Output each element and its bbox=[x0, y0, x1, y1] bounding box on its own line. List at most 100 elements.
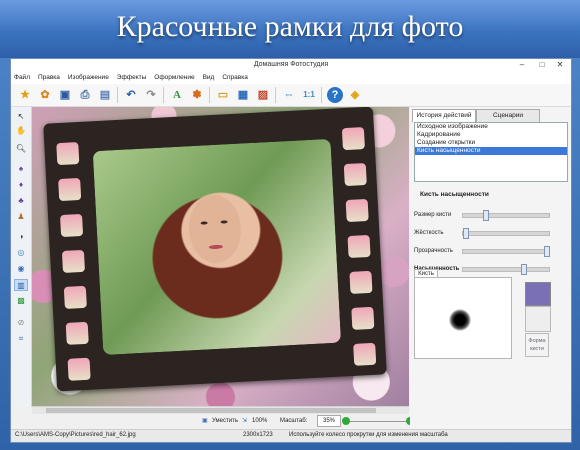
menu-help[interactable]: Справка bbox=[219, 73, 251, 82]
saturation-slider[interactable] bbox=[462, 264, 550, 275]
text-icon[interactable]: A bbox=[169, 87, 185, 103]
title-bar: Домашняя Фотостудия – □ ✕ bbox=[11, 59, 571, 74]
eye bbox=[220, 220, 228, 224]
param-label: Жёсткость bbox=[414, 230, 444, 236]
print-icon[interactable]: ⎙ bbox=[77, 87, 93, 103]
slider-knob[interactable] bbox=[544, 246, 550, 257]
menu-effects[interactable]: Эффекты bbox=[114, 73, 150, 82]
history-item-selected[interactable]: Кисть насыщенности bbox=[415, 147, 567, 155]
saturation-brush-icon[interactable]: ▥ bbox=[14, 279, 28, 291]
history-item[interactable]: Исходное изображение bbox=[415, 123, 567, 131]
status-hint: Используйте колесо прокрутки для изменен… bbox=[289, 432, 448, 438]
status-path: C:\Users\AMS-Copy\Pictures\red_hair_62.j… bbox=[15, 432, 136, 438]
zoom-100-button[interactable]: 100% bbox=[252, 416, 267, 426]
film-hole bbox=[343, 162, 367, 187]
film-hole bbox=[65, 321, 89, 345]
film-hole bbox=[58, 177, 82, 202]
toolbar-separator bbox=[321, 87, 322, 103]
zoom-icon[interactable]: 🔍︎ bbox=[14, 143, 28, 155]
param-label: Прозрачность bbox=[414, 248, 453, 254]
maximize-button[interactable]: □ bbox=[533, 59, 551, 71]
hand-icon[interactable]: ✋ bbox=[14, 125, 28, 137]
size-slider[interactable] bbox=[462, 210, 550, 221]
undo-icon[interactable]: ↶ bbox=[123, 87, 139, 103]
export-icon[interactable]: ▤ bbox=[97, 87, 113, 103]
fit-icon: ▣ bbox=[202, 418, 208, 424]
calendar-icon[interactable]: ▦ bbox=[235, 87, 251, 103]
save-icon[interactable]: ▣ bbox=[57, 87, 73, 103]
fit-button[interactable]: Уместить bbox=[212, 416, 238, 426]
clear-icon[interactable]: ⊘ bbox=[14, 317, 28, 329]
redeye-icon[interactable]: ◉ bbox=[14, 263, 28, 275]
slider-knob[interactable] bbox=[463, 228, 469, 239]
brush-icon[interactable]: ♠ bbox=[14, 163, 28, 175]
film-hole bbox=[349, 270, 373, 294]
minimize-button[interactable]: – bbox=[513, 59, 531, 71]
film-hole bbox=[56, 142, 80, 166]
redo-icon[interactable]: ↷ bbox=[143, 87, 159, 103]
image-icon[interactable]: ▨ bbox=[255, 87, 271, 103]
help-icon[interactable]: ? bbox=[327, 87, 343, 103]
param-label: Размер кисти bbox=[414, 212, 452, 218]
menu-image[interactable]: Изображение bbox=[65, 73, 112, 82]
effects-icon[interactable]: ✽ bbox=[189, 87, 205, 103]
color-icon[interactable]: ▩ bbox=[14, 295, 28, 307]
tools-sidebar: ↖ ✋ 🔍︎ ♠ ♦ ♣ ♟ ◑ ◎ ◉ ▥ ▩ ⊘ ⌗ bbox=[11, 107, 32, 407]
zoom-out-icon[interactable] bbox=[342, 417, 350, 425]
zoom-bar: ▣ Уместить ⇲ 100% Масштаб: 35% bbox=[32, 414, 414, 428]
zoom-100-icon: ⇲ bbox=[242, 418, 248, 424]
menu-file[interactable]: Файл bbox=[11, 73, 33, 82]
menu-design[interactable]: Оформление bbox=[151, 73, 197, 82]
scale-input[interactable]: 35% bbox=[317, 415, 341, 427]
contrast-icon[interactable]: ◑ bbox=[14, 231, 28, 243]
slider-knob[interactable] bbox=[483, 210, 490, 221]
menu-view[interactable]: Вид bbox=[200, 73, 218, 82]
toolbar: ★ ✿ ▣ ⎙ ▤ ↶ ↷ A ✽ ▭ ▦ ▨ ⇔ 1:1 ? ◈ bbox=[11, 84, 571, 107]
opacity-slider[interactable] bbox=[462, 246, 550, 257]
toolbar-separator bbox=[163, 87, 164, 103]
history-item[interactable]: Кадрирование bbox=[415, 131, 567, 139]
zoom-100-icon[interactable]: 1:1 bbox=[301, 87, 317, 103]
brush-shape-button[interactable]: Форма кисти bbox=[525, 333, 549, 357]
toolbar-separator bbox=[275, 87, 276, 103]
palette-icon[interactable]: ✿ bbox=[37, 87, 53, 103]
film-hole bbox=[67, 357, 91, 381]
photo-canvas[interactable] bbox=[32, 107, 409, 406]
film-hole bbox=[353, 342, 377, 366]
color-swatch[interactable] bbox=[525, 282, 551, 306]
lips bbox=[208, 244, 223, 250]
secondary-swatch[interactable] bbox=[525, 306, 551, 332]
pencil-icon[interactable]: ♦ bbox=[14, 179, 28, 191]
slider-knob[interactable] bbox=[521, 264, 528, 275]
tab-scenarios[interactable]: Сценарии bbox=[476, 109, 540, 122]
eraser-icon[interactable]: ♣ bbox=[14, 195, 28, 207]
pointer-icon[interactable]: ↖ bbox=[14, 111, 28, 123]
history-item[interactable]: Создание открытки bbox=[415, 139, 567, 147]
film-hole bbox=[351, 306, 375, 330]
scale-label: Масштаб: bbox=[280, 418, 308, 424]
film-hole bbox=[345, 198, 369, 223]
toolbar-separator bbox=[209, 87, 210, 103]
right-panel: История действий Сценарии Исходное изобр… bbox=[410, 107, 571, 430]
stamp-icon[interactable]: ♟ bbox=[14, 211, 28, 223]
open-icon[interactable]: ★ bbox=[17, 87, 33, 103]
close-button[interactable]: ✕ bbox=[551, 59, 569, 71]
section-title: Кисть насыщенности bbox=[420, 191, 489, 198]
zoom-slider[interactable] bbox=[350, 421, 410, 422]
eye bbox=[200, 221, 208, 225]
frame-icon[interactable]: ▭ bbox=[215, 87, 231, 103]
share-icon[interactable]: ◈ bbox=[347, 87, 363, 103]
menu-edit[interactable]: Правка bbox=[35, 73, 63, 82]
blur-icon[interactable]: ◎ bbox=[14, 247, 28, 259]
crop-icon[interactable]: ⌗ bbox=[14, 333, 28, 345]
film-hole bbox=[61, 249, 86, 273]
window-title: Домашняя Фотостудия bbox=[253, 61, 329, 68]
promo-banner: Красочные рамки для фото bbox=[0, 0, 580, 58]
film-hole bbox=[341, 127, 365, 151]
film-hole bbox=[60, 213, 84, 238]
brush-shape bbox=[449, 309, 471, 331]
tab-history[interactable]: История действий bbox=[412, 109, 476, 122]
fit-icon[interactable]: ⇔ bbox=[281, 87, 297, 103]
scroll-thumb[interactable] bbox=[46, 408, 376, 413]
hardness-slider[interactable] bbox=[462, 228, 550, 239]
